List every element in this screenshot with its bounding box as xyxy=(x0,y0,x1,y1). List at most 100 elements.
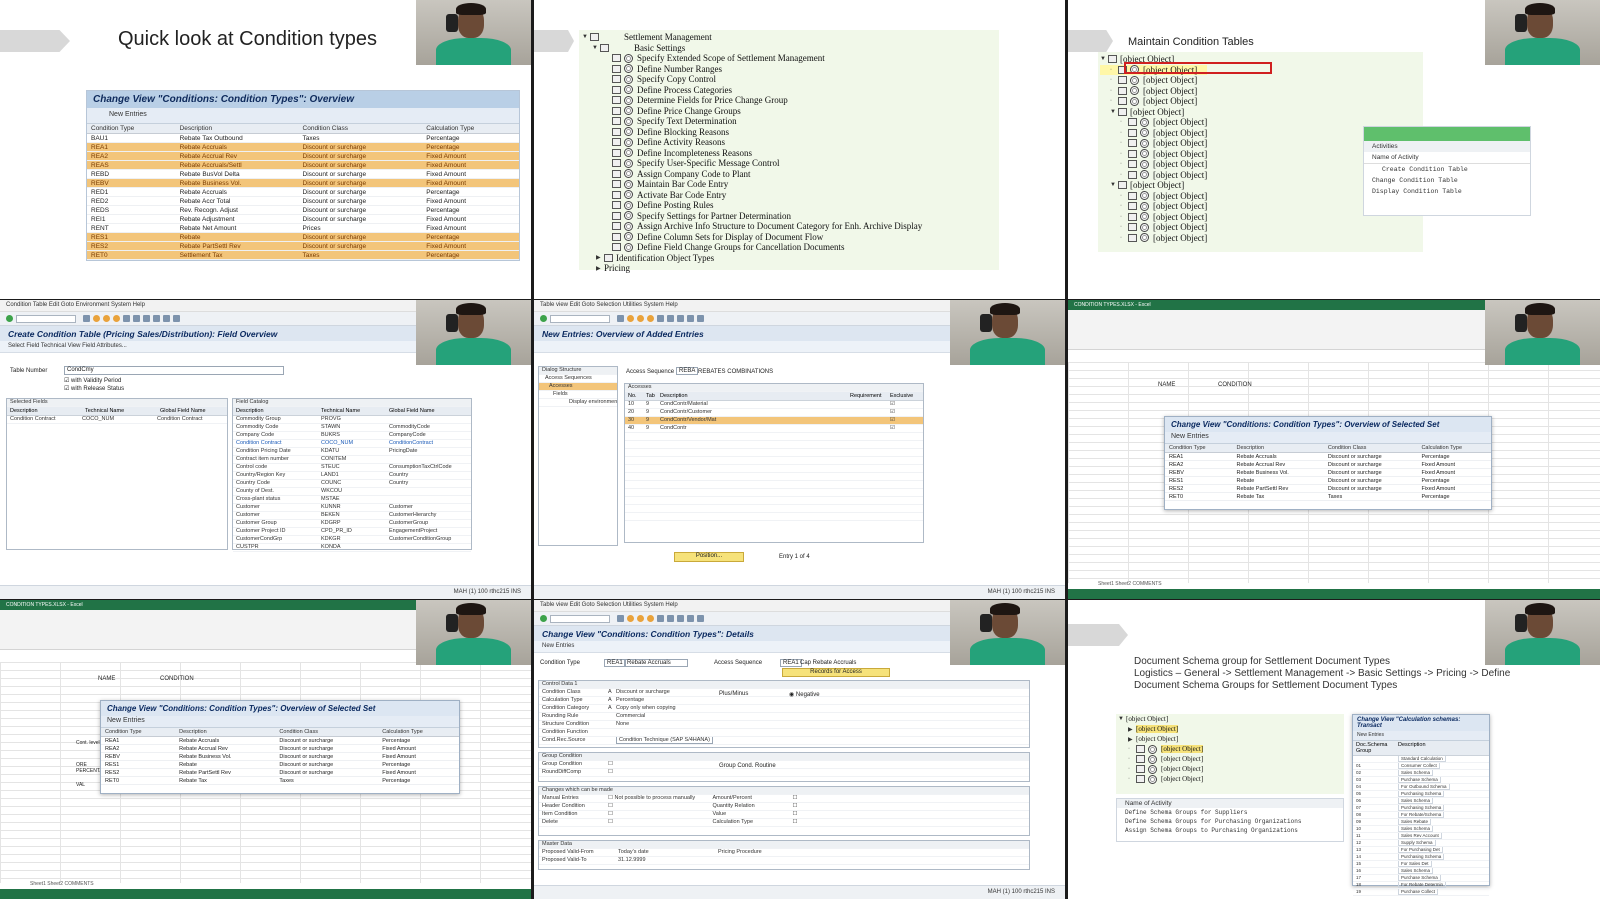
validity-period-option[interactable]: ☑ with Validity Period xyxy=(64,377,121,384)
changes-row[interactable]: Item Condition ☐ Value ☐ xyxy=(539,811,1029,819)
execute-icon[interactable] xyxy=(624,127,633,137)
command-field[interactable] xyxy=(550,314,610,323)
table-row[interactable]: 01 Consumer Collect xyxy=(1353,763,1489,770)
execute-icon[interactable] xyxy=(1140,222,1149,232)
checkbox[interactable]: ☐ xyxy=(608,811,614,817)
activity-item[interactable]: Define Schema Groups for Purchasing Orga… xyxy=(1117,817,1343,826)
execute-icon[interactable] xyxy=(1148,764,1157,774)
position-button[interactable]: Position... xyxy=(674,552,744,562)
access-row[interactable]: 10 9 CondContr/Material ☑ xyxy=(625,401,923,409)
table-row[interactable]: 07 Purchasing Schema xyxy=(1353,805,1489,812)
execute-icon[interactable] xyxy=(1130,86,1139,96)
tree-toggle-icon[interactable]: · xyxy=(1128,766,1136,772)
catalog-row[interactable]: Commodity Group PROVG xyxy=(233,416,471,424)
execute-icon[interactable] xyxy=(624,85,633,95)
tree-node-item[interactable]: Define Incompleteness Reasons xyxy=(582,148,922,159)
catalog-row[interactable]: Customer Group KDGRP CustomerGroup xyxy=(233,520,471,528)
checkbox[interactable]: ☐ xyxy=(792,803,797,809)
table-number-field[interactable]: CondCmy xyxy=(64,366,284,375)
table-row[interactable]: 15 For Sales Det xyxy=(1353,861,1489,868)
new-entries-button[interactable]: New Entries xyxy=(107,717,145,724)
checkbox[interactable]: ☐ xyxy=(608,803,614,809)
table-row[interactable]: Condition Contract COCO_NUM Condition Cont… xyxy=(7,416,227,424)
valid-from-row[interactable]: Proposed Valid-From Today's date Pricing P… xyxy=(539,849,1029,857)
display-environment[interactable]: Display environment xyxy=(539,399,617,407)
release-status-option[interactable]: ☑ with Release Status xyxy=(64,385,124,392)
condition-type-field[interactable]: REA1 xyxy=(604,659,626,667)
sheet-tabs[interactable]: Sheet1 Sheet2 COMMENTS xyxy=(1098,581,1162,587)
table-row[interactable]: REAS Rebate Accruals/Settl Discount or sur… xyxy=(87,160,519,170)
tree-node-basic-settings[interactable]: ▼ Basic Settings xyxy=(582,43,922,54)
command-field[interactable] xyxy=(550,614,610,623)
table-row[interactable]: 11 Sales Rev Account xyxy=(1353,833,1489,840)
sheet-tabs[interactable]: Sheet1 Sheet2 COMMENTS xyxy=(30,881,94,887)
tree-toggle-icon[interactable]: ▶ xyxy=(596,254,604,261)
control-field-row[interactable]: Calculation Type A Percentage xyxy=(539,697,1029,705)
table-row[interactable]: REA2 Rebate Accrual Rev Discount or surcha… xyxy=(87,151,519,161)
tree-toggle-icon[interactable]: · xyxy=(1120,119,1128,125)
tree-toggle-icon[interactable]: · xyxy=(1110,67,1118,73)
exclusive-checkbox[interactable]: ☑ xyxy=(890,425,895,431)
empty-row[interactable] xyxy=(625,481,923,489)
table-row[interactable]: 19 Purchase Collect xyxy=(1353,889,1489,896)
table-row[interactable]: 17 Purchase Schema xyxy=(1353,875,1489,882)
execute-icon[interactable] xyxy=(1148,744,1157,754)
tree-node-item[interactable]: Define Activity Reasons xyxy=(582,137,922,148)
cell[interactable]: NAME xyxy=(98,676,115,682)
table-row[interactable]: REBD Rebate BusVol Delta Discount or surch… xyxy=(87,169,519,179)
empty-row[interactable] xyxy=(625,441,923,449)
execute-icon[interactable] xyxy=(624,221,633,231)
execute-icon[interactable] xyxy=(1140,117,1149,127)
table-row[interactable]: RES2 Rebate PartSettl Rev Discount or surc… xyxy=(101,768,459,777)
access-sequence-field[interactable]: REA1 xyxy=(780,659,802,667)
tree-node[interactable]: · [object Object] xyxy=(1100,212,1207,223)
table-row[interactable]: RES1 Rebate Discount or surcharge Percentag… xyxy=(101,760,459,769)
execute-icon[interactable] xyxy=(624,211,633,221)
table-row[interactable]: 09 Sales Rebate xyxy=(1353,819,1489,826)
round-diff-checkbox[interactable]: RoundDiffComp ☐ xyxy=(539,769,1029,777)
tree-node-root[interactable]: ▼ Settlement Management xyxy=(582,32,922,43)
table-row[interactable]: 18 For Rebate Determin xyxy=(1353,882,1489,889)
execute-icon[interactable] xyxy=(1140,149,1149,159)
enter-icon[interactable] xyxy=(540,615,547,622)
catalog-row[interactable]: Condition Pricing Date KDATU PricingDate xyxy=(233,448,471,456)
execute-icon[interactable] xyxy=(624,53,633,63)
execute-icon[interactable] xyxy=(1130,96,1139,106)
control-field-row[interactable]: Condition Category A Copy only when copyin… xyxy=(539,705,1029,713)
execute-icon[interactable] xyxy=(624,242,633,252)
new-entries-button[interactable]: New Entries xyxy=(1171,433,1209,440)
tree-toggle-icon[interactable]: ▼ xyxy=(1110,109,1118,115)
tree-toggle-icon[interactable]: · xyxy=(1120,203,1128,209)
changes-row[interactable]: Delete ☐ Calculation Type ☐ xyxy=(539,819,1029,827)
execute-icon[interactable] xyxy=(624,137,633,147)
tree-node-item[interactable]: Specify Copy Control xyxy=(582,74,922,85)
table-row[interactable]: RET0 Rebate Tax Taxes Percentage xyxy=(1165,492,1491,501)
tree-node[interactable]: · [object Object] xyxy=(1100,138,1207,149)
activity-item[interactable]: Create Condition Table xyxy=(1364,164,1530,175)
control-field-row[interactable]: Condition Function xyxy=(539,729,1029,737)
tree-node[interactable]: · [object Object] xyxy=(1100,191,1207,202)
catalog-row[interactable]: Cross-plant status MSTAE xyxy=(233,496,471,504)
tree-toggle-icon[interactable]: · xyxy=(1120,161,1128,167)
table-row[interactable]: REA2 Rebate Accrual Rev Discount or surcha… xyxy=(101,744,459,753)
tree-toggle-icon[interactable]: · xyxy=(1128,746,1136,752)
execute-icon[interactable] xyxy=(624,148,633,158)
tree-node-item[interactable]: Assign Company Code to Plant xyxy=(582,169,922,180)
tree-node[interactable]: · [object Object] xyxy=(1100,96,1207,107)
tree-node-item[interactable]: Define Blocking Reasons xyxy=(582,127,922,138)
access-row[interactable]: 20 9 CondContr/Customer ☑ xyxy=(625,409,923,417)
execute-icon[interactable] xyxy=(1140,201,1149,211)
table-row[interactable]: BAU1 Rebate Tax Outbound Taxes Percentage xyxy=(87,133,519,143)
access-row[interactable]: 40 9 CondContr ☑ xyxy=(625,425,923,433)
table-row[interactable]: 14 Purchasing Schema xyxy=(1353,854,1489,861)
tree-node[interactable]: · [object Object] xyxy=(1100,75,1207,86)
activity-item[interactable]: Define Schema Groups for Suppliers xyxy=(1117,808,1343,817)
tree-toggle-icon[interactable]: · xyxy=(1120,172,1128,178)
empty-row[interactable] xyxy=(625,433,923,441)
table-row[interactable]: RET0 Rebate Tax Taxes Percentage xyxy=(101,776,459,785)
catalog-row[interactable]: CustomerCondGrp KDKGR CustomerConditionGro… xyxy=(233,536,471,544)
tree-toggle-icon[interactable]: · xyxy=(1110,88,1118,94)
tree-node[interactable]: · [object Object] xyxy=(1100,86,1207,97)
new-entries-button[interactable]: New Entries xyxy=(109,111,147,118)
execute-icon[interactable] xyxy=(624,190,633,200)
